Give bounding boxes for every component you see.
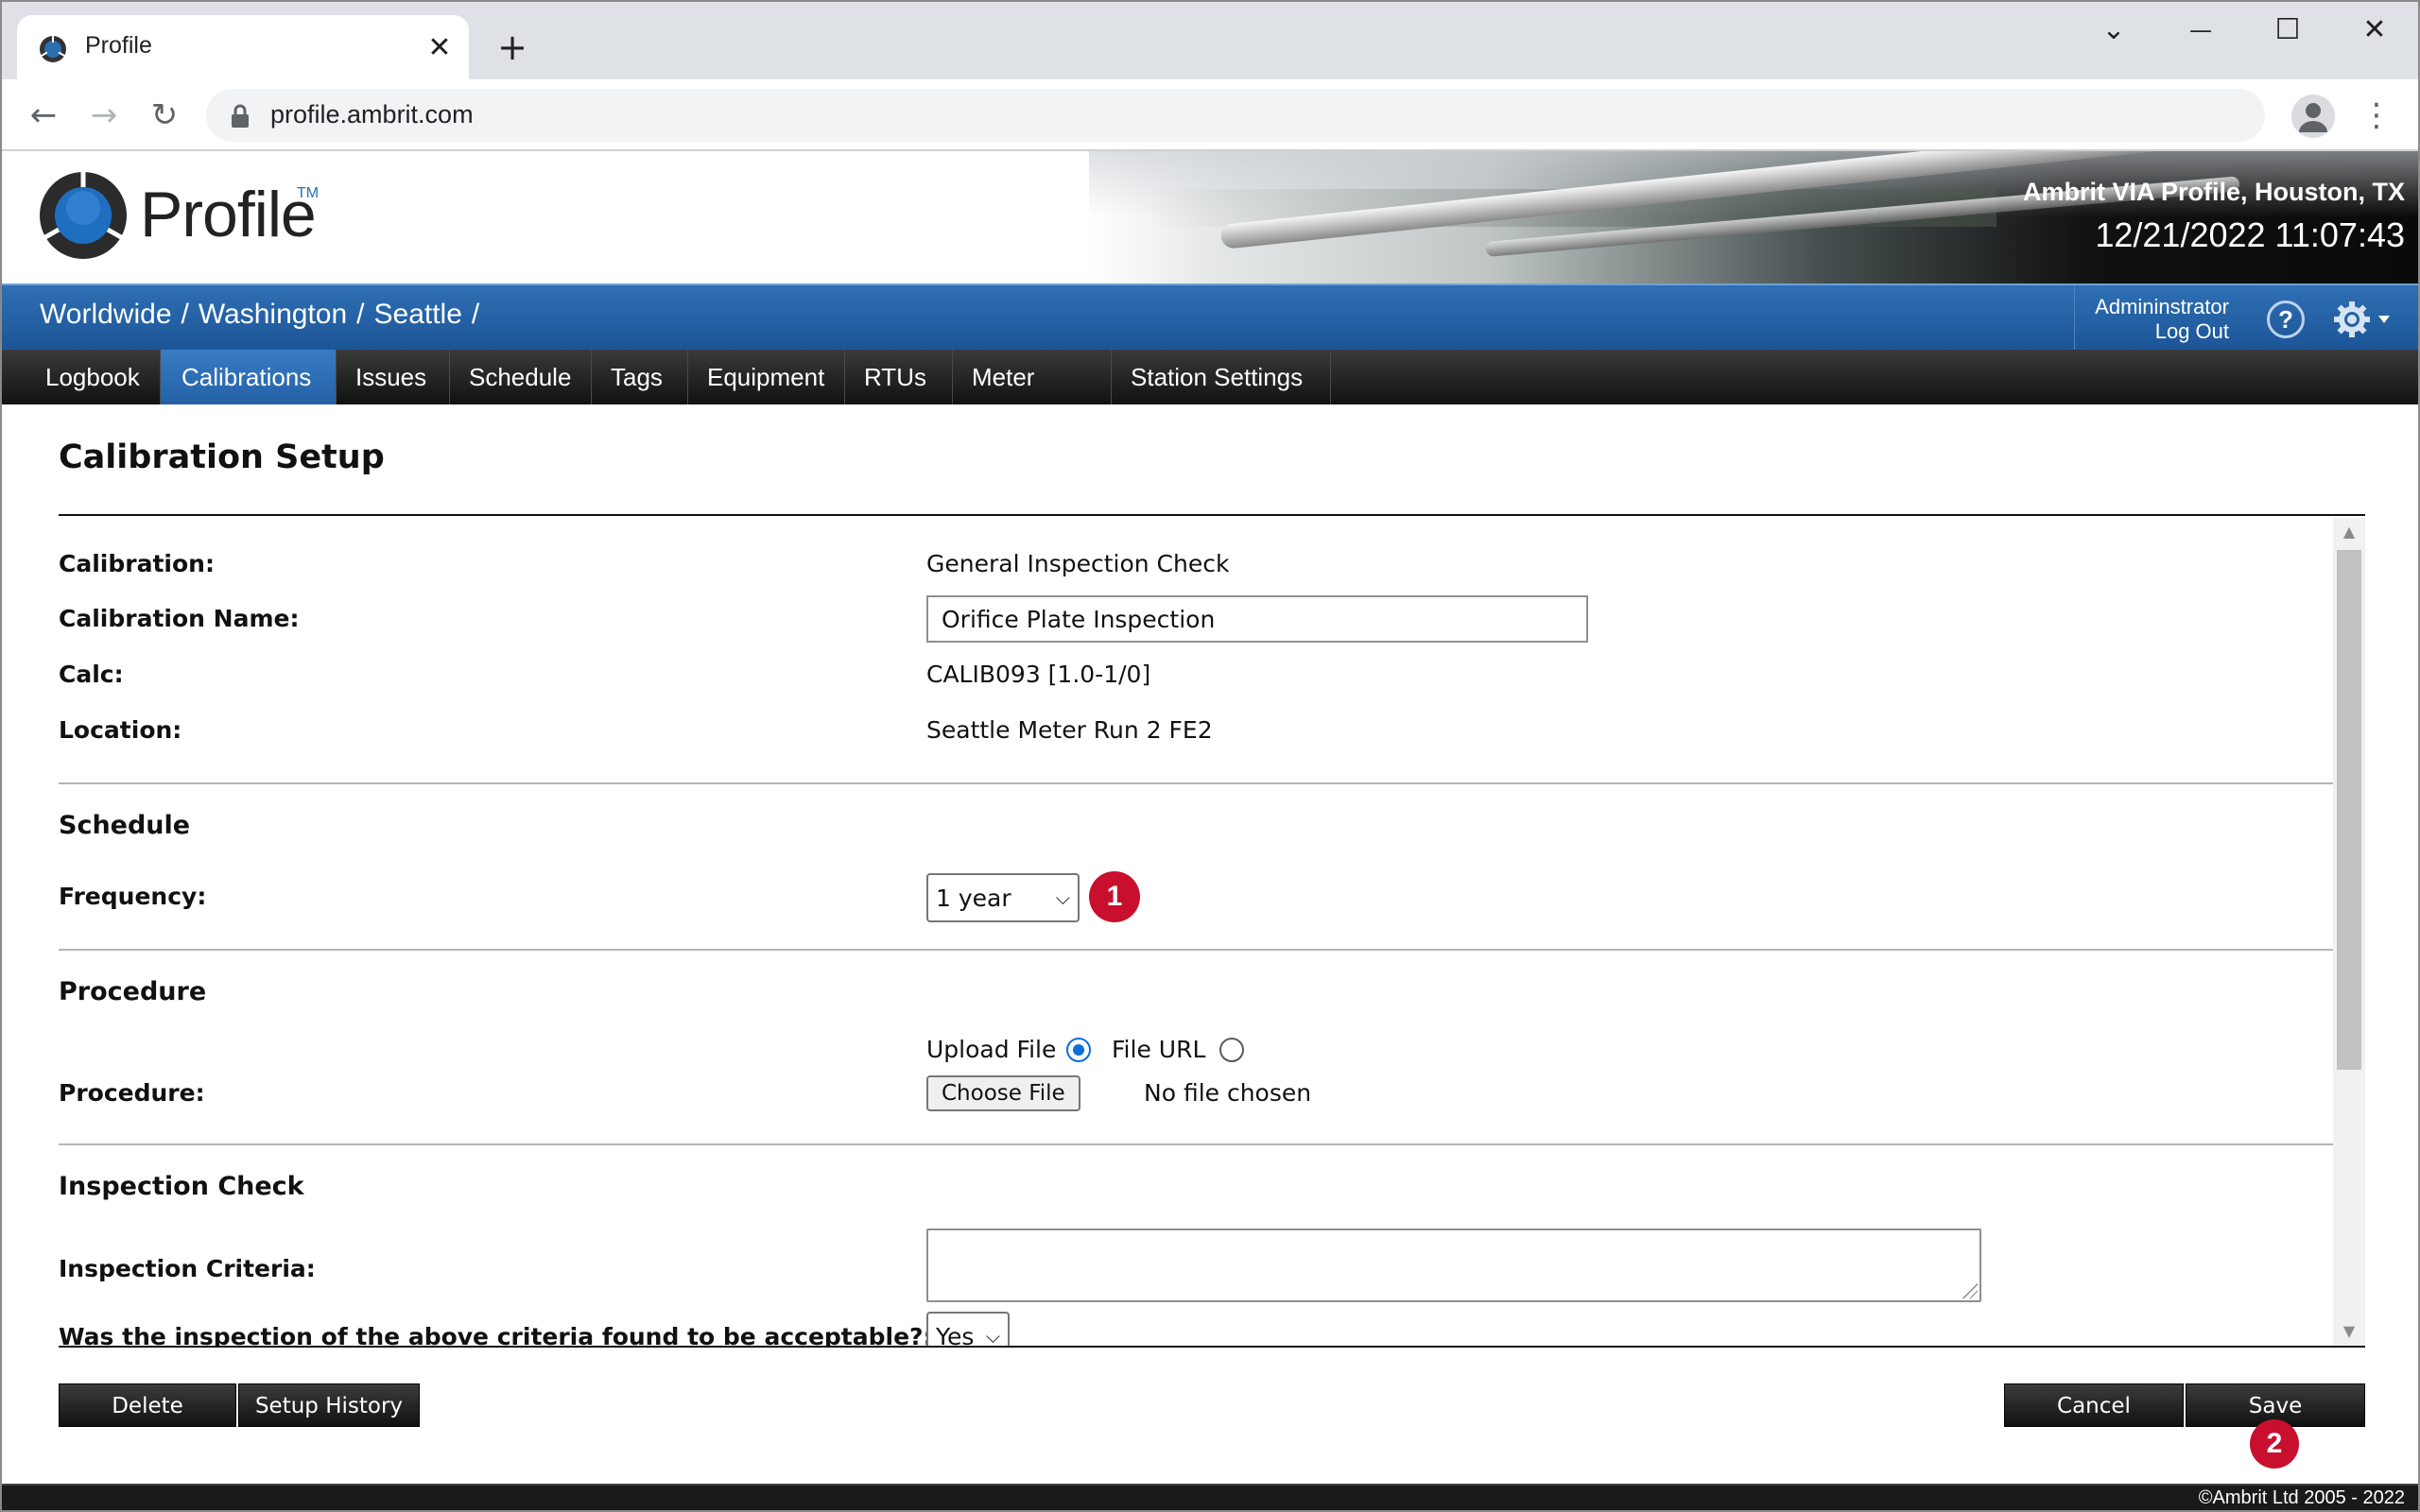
resize-handle-icon[interactable] — [1962, 1283, 1978, 1298]
file-status: No file chosen — [1144, 1079, 1312, 1107]
breadcrumb-item-washington[interactable]: Washington — [199, 299, 347, 330]
upload-file-label: Upload File — [926, 1036, 1057, 1063]
nav-logbook[interactable]: Logbook — [2, 350, 161, 404]
main-nav: Logbook Calibrations Issues Schedule Tag… — [2, 350, 2418, 446]
reload-icon[interactable]: ↻ — [142, 93, 187, 138]
inspection-criteria-label: Inspection Criteria: — [59, 1255, 316, 1282]
schedule-heading: Schedule — [59, 811, 191, 840]
section-divider — [59, 782, 2333, 784]
section-divider — [59, 949, 2333, 951]
maximize-icon[interactable]: ☐ — [2259, 9, 2316, 51]
annotation-badge-1: 1 — [1089, 871, 1140, 922]
settings-gear-icon[interactable] — [2331, 299, 2397, 340]
back-arrow-icon[interactable]: ← — [21, 93, 66, 138]
browser-tabstrip: Profile ✕ + ⌄ — ☐ ✕ — [0, 0, 2420, 81]
setup-history-button[interactable]: Setup History — [238, 1383, 420, 1427]
file-url-label: File URL — [1112, 1036, 1206, 1063]
form-scrollbar[interactable]: ▲ ▼ — [2333, 518, 2365, 1346]
frequency-select[interactable]: 1 year ⌵ — [926, 873, 1080, 922]
address-bar[interactable]: profile.ambrit.com — [206, 89, 2265, 142]
scroll-down-arrow-icon[interactable]: ▼ — [2333, 1317, 2365, 1346]
logo-trademark: TM — [297, 185, 320, 201]
scroll-up-arrow-icon[interactable]: ▲ — [2333, 518, 2365, 546]
browser-profile-icon[interactable] — [2291, 94, 2335, 138]
upload-file-radio[interactable] — [1066, 1038, 1091, 1062]
copyright-text: ©Ambrit Ltd 2005 - 2022 — [2198, 1487, 2405, 1508]
scrollbar-thumb[interactable] — [2337, 550, 2361, 1070]
tab-title: Profile — [85, 32, 152, 59]
lock-icon — [232, 104, 249, 128]
title-divider — [59, 514, 2365, 516]
form-bottom-divider — [59, 1346, 2365, 1348]
breadcrumb-item-worldwide[interactable]: Worldwide — [40, 299, 172, 330]
site-clock: 12/21/2022 11:07:43 — [2095, 215, 2405, 254]
breadcrumb-item-seattle[interactable]: Seattle — [374, 299, 462, 330]
calibration-name-label: Calibration Name: — [59, 605, 300, 632]
breadcrumb-bar: Worldwide / Washington / Seattle / Admininstr… — [2, 284, 2418, 352]
nav-rtus[interactable]: RTUs — [845, 350, 953, 404]
calc-label: Calc: — [59, 661, 124, 688]
help-icon[interactable]: ? — [2267, 301, 2305, 338]
inspection-heading: Inspection Check — [59, 1172, 304, 1201]
cancel-button[interactable]: Cancel — [2004, 1383, 2184, 1427]
location-label: Location: — [59, 716, 182, 744]
acceptable-select[interactable]: Yes ⌵ — [926, 1312, 1010, 1346]
frequency-selected-value: 1 year — [936, 885, 1011, 912]
location-value: Seattle Meter Run 2 FE2 — [926, 716, 1213, 744]
user-box: Admininstrator Log Out — [2074, 285, 2238, 352]
browser-menu-icon[interactable]: ⋮ — [2360, 93, 2394, 138]
calc-value: CALIB093 [1.0-1/0] — [926, 661, 1151, 688]
window-close-icon[interactable]: ✕ — [2346, 9, 2403, 51]
procedure-label: Procedure: — [59, 1079, 205, 1107]
user-name: Admininstrator — [2095, 295, 2229, 318]
minimize-icon[interactable]: — — [2172, 9, 2229, 51]
nav-station-settings[interactable]: Station Settings — [1112, 350, 1331, 404]
nav-calibrations[interactable]: Calibrations — [161, 350, 337, 404]
nav-tags[interactable]: Tags — [592, 350, 688, 404]
acceptable-selected-value: Yes — [936, 1323, 975, 1346]
inspection-criteria-textarea[interactable] — [926, 1228, 1981, 1302]
nav-meter-runs[interactable]: Meter Runs — [953, 350, 1112, 446]
tab-close-icon[interactable]: ✕ — [424, 32, 456, 64]
profile-logo-icon — [40, 172, 127, 259]
procedure-heading: Procedure — [59, 977, 207, 1006]
acceptable-label: Was the inspection of the above criteria… — [59, 1323, 933, 1346]
app-header: Profile TM Ambrit VIA Profile, Houston, … — [2, 151, 2418, 284]
breadcrumb: Worldwide / Washington / Seattle / — [40, 299, 489, 331]
profile-favicon-icon — [40, 36, 66, 62]
annotation-badge-2: 2 — [2250, 1419, 2299, 1469]
file-url-radio[interactable] — [1219, 1038, 1244, 1062]
nav-schedule[interactable]: Schedule — [450, 350, 592, 404]
chevron-down-icon: ⌵ — [1055, 886, 1070, 909]
footer: ©Ambrit Ltd 2005 - 2022 — [2, 1484, 2418, 1510]
logout-link[interactable]: Log Out — [2075, 319, 2229, 344]
calibration-value: General Inspection Check — [926, 550, 1230, 577]
chevron-down-icon: ⌵ — [985, 1325, 1000, 1346]
breadcrumb-separator: / — [356, 299, 365, 330]
calibration-form: Calibration: General Inspection Check Ca… — [59, 518, 2365, 1346]
page-title: Calibration Setup — [59, 438, 385, 476]
calibration-label: Calibration: — [59, 550, 215, 577]
logo-text: Profile — [140, 179, 317, 250]
delete-button[interactable]: Delete — [59, 1383, 236, 1427]
url-text: profile.ambrit.com — [270, 100, 474, 129]
breadcrumb-separator: / — [471, 299, 480, 330]
browser-tab[interactable]: Profile ✕ — [17, 15, 469, 81]
nav-issues[interactable]: Issues — [337, 350, 450, 404]
choose-file-button[interactable]: Choose File — [926, 1075, 1080, 1111]
new-tab-icon[interactable]: + — [493, 28, 531, 66]
calibration-name-input[interactable] — [926, 595, 1588, 643]
tab-search-chevron-icon[interactable]: ⌄ — [2085, 9, 2142, 51]
forward-arrow-icon[interactable]: → — [81, 93, 127, 138]
nav-equipment[interactable]: Equipment — [688, 350, 845, 404]
browser-toolbar: ← → ↻ profile.ambrit.com ⋮ — [0, 79, 2420, 151]
site-title: Ambrit VIA Profile, Houston, TX — [2022, 178, 2405, 206]
breadcrumb-separator: / — [181, 299, 189, 330]
frequency-label: Frequency: — [59, 883, 207, 910]
section-divider — [59, 1143, 2333, 1145]
